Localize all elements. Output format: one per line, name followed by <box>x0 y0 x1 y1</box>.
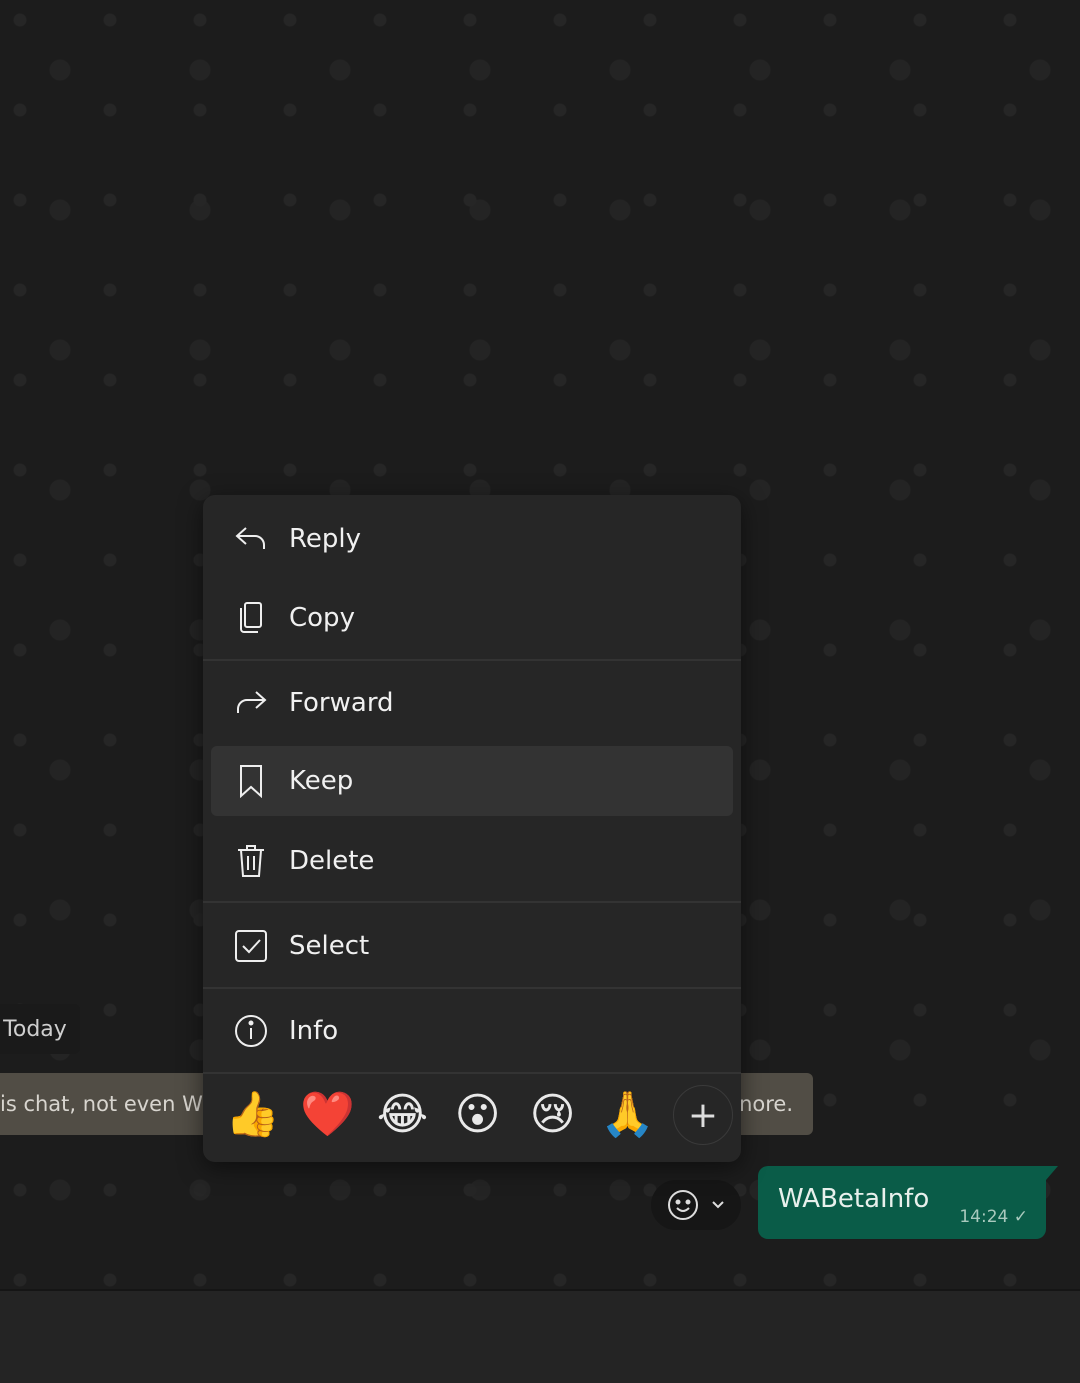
reply-icon <box>231 519 271 559</box>
menu-item-keep[interactable]: Keep <box>211 746 733 816</box>
menu-item-select[interactable]: Select <box>211 911 733 981</box>
divider <box>203 1072 741 1074</box>
menu-item-info[interactable]: Info <box>211 996 733 1066</box>
reaction-surprised[interactable]: 😮 <box>440 1085 515 1145</box>
divider <box>203 659 741 661</box>
copy-icon <box>231 598 271 638</box>
check-icon: ✓ <box>1013 1207 1028 1227</box>
reaction-crying[interactable]: 😢 <box>515 1085 590 1145</box>
composer-bar <box>0 1289 1080 1383</box>
menu-item-reply[interactable]: Reply <box>211 504 733 574</box>
checkbox-icon <box>231 926 271 966</box>
reaction-pray[interactable]: 🙏 <box>590 1085 665 1145</box>
reaction-thumbs-up[interactable]: 👍 <box>215 1085 290 1145</box>
reaction-heart[interactable]: ❤️ <box>290 1085 365 1145</box>
smiley-icon <box>668 1190 698 1220</box>
date-separator: Today <box>0 1004 80 1054</box>
info-icon <box>231 1011 271 1051</box>
trash-icon <box>231 841 271 881</box>
chevron-down-icon <box>712 1201 724 1209</box>
bookmark-icon <box>231 761 271 801</box>
encryption-notice-text-left: is chat, not even W <box>0 1092 203 1116</box>
menu-item-forward[interactable]: Forward <box>211 668 733 738</box>
reaction-laughing[interactable]: 😂 <box>365 1085 440 1145</box>
message-text: WABetaInfo <box>778 1184 930 1214</box>
more-reactions-button[interactable]: + <box>673 1085 733 1145</box>
reaction-picker-button[interactable] <box>651 1180 741 1230</box>
message-context-menu: Reply Copy Forward Keep Delete Select In… <box>203 495 741 1162</box>
menu-item-copy[interactable]: Copy <box>211 583 733 653</box>
divider <box>203 987 741 989</box>
forward-icon <box>231 683 271 723</box>
quick-reactions: 👍 ❤️ 😂 😮 😢 🙏 + <box>215 1085 733 1145</box>
outgoing-message[interactable]: WABetaInfo 14:24 ✓ <box>758 1166 1058 1239</box>
menu-item-delete[interactable]: Delete <box>211 826 733 896</box>
divider <box>203 901 741 903</box>
message-time: 14:24 ✓ <box>959 1207 1028 1227</box>
